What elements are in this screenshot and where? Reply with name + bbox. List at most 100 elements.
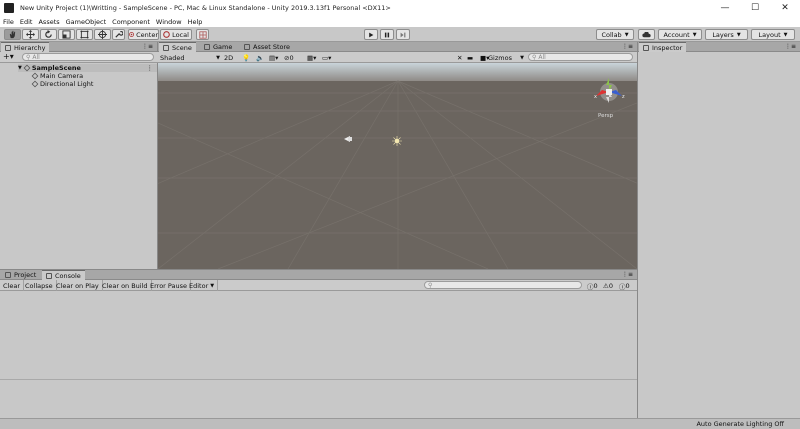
- collapse-button[interactable]: Collapse: [22, 280, 57, 291]
- minimize-button[interactable]: —: [710, 0, 740, 16]
- maximize-button[interactable]: ☐: [740, 0, 770, 16]
- clear-on-build-button[interactable]: Clear on Build: [99, 280, 152, 291]
- tab-inspector[interactable]: Inspector: [639, 42, 687, 52]
- menu-edit[interactable]: Edit: [20, 18, 33, 26]
- scale-tool-button[interactable]: [58, 29, 75, 40]
- scene-view-graphics: x z Persp: [158, 63, 637, 269]
- cloud-button[interactable]: [638, 29, 655, 40]
- gizmos-dropdown[interactable]: Gizmos ▼: [488, 53, 524, 62]
- close-button[interactable]: ✕: [770, 0, 800, 16]
- folder-icon: [5, 272, 11, 278]
- panel-menu-icon[interactable]: ⋮≡: [622, 271, 633, 278]
- rect-tool-button[interactable]: [76, 29, 93, 40]
- pause-button[interactable]: [380, 29, 394, 40]
- window-title-bar: New Unity Project (1)\Writting - SampleS…: [0, 0, 800, 16]
- tab-project[interactable]: Project: [1, 270, 40, 280]
- asset-store-tab-label: Asset Store: [253, 43, 291, 51]
- pivot-icon: [129, 32, 134, 37]
- scene-viewport[interactable]: x z Persp: [158, 63, 637, 269]
- warning-count: 0: [608, 281, 613, 290]
- console-detail-divider[interactable]: [0, 379, 637, 380]
- chevron-down-icon: ▼: [216, 54, 220, 61]
- scene-tab-label: Scene: [172, 43, 192, 52]
- panel-menu-icon[interactable]: ⋮≡: [142, 43, 153, 50]
- layers-dropdown[interactable]: Layers ▼: [705, 29, 748, 40]
- gizmos-label: Gizmos: [488, 53, 512, 62]
- render-mode-button[interactable]: ▬: [467, 53, 473, 62]
- transform-tool-button[interactable]: [94, 29, 111, 40]
- tools-button[interactable]: ✕: [457, 53, 462, 62]
- account-dropdown[interactable]: Account ▼: [658, 29, 702, 40]
- clear-button[interactable]: Clear: [0, 280, 24, 291]
- play-button[interactable]: [364, 29, 378, 40]
- step-icon: [400, 32, 406, 37]
- move-tool-button[interactable]: [22, 29, 39, 40]
- menu-assets[interactable]: Assets: [38, 18, 59, 26]
- chevron-down-icon: ▼: [692, 31, 697, 38]
- scene-menu-icon[interactable]: ⋮: [147, 64, 154, 72]
- console-tab-label: Console: [55, 271, 81, 280]
- console-search-input[interactable]: ⚲: [424, 281, 582, 289]
- move-icon: [26, 30, 35, 39]
- create-add-button[interactable]: +▾: [3, 52, 14, 61]
- grid-snap-button[interactable]: [196, 29, 209, 40]
- hierarchy-item-directional-light[interactable]: Directional Light: [31, 80, 93, 88]
- search-icon: ⚲: [532, 53, 537, 61]
- cloud-icon: [642, 31, 651, 37]
- persp-label[interactable]: Persp: [598, 113, 614, 119]
- scene-search-input[interactable]: ⚲ All: [528, 53, 633, 61]
- skybox: [158, 63, 637, 81]
- effects-dropdown[interactable]: ▤▾: [269, 53, 278, 62]
- menu-window[interactable]: Window: [156, 18, 182, 26]
- scale-icon: [62, 30, 71, 39]
- tab-asset-store[interactable]: Asset Store: [240, 42, 294, 52]
- hierarchy-scene-row[interactable]: ▼ SampleScene ⋮: [18, 64, 157, 72]
- lightbulb-icon: 💡: [242, 53, 251, 62]
- gizmo-axis-z: z: [622, 94, 625, 100]
- shading-mode-dropdown[interactable]: Shaded ▼: [160, 53, 220, 62]
- pivot-local-toggle[interactable]: Local: [160, 29, 192, 40]
- mode-2d-toggle[interactable]: 2D: [224, 53, 236, 62]
- tab-scene[interactable]: Scene: [159, 42, 196, 52]
- error-filter-toggle[interactable]: ⓘ 0: [616, 280, 633, 291]
- chevron-down-icon: ▼: [624, 31, 629, 38]
- menu-gameobject[interactable]: GameObject: [66, 18, 107, 26]
- error-pause-button[interactable]: Error Pause: [147, 280, 192, 291]
- pivot-center-toggle[interactable]: Center: [128, 29, 159, 40]
- hierarchy-item-main-camera[interactable]: Main Camera: [31, 72, 83, 80]
- tab-hierarchy[interactable]: Hierarchy: [1, 42, 50, 52]
- rotate-icon: [45, 30, 52, 38]
- scene-visibility-toggle[interactable]: ⊘ 0: [284, 53, 294, 62]
- panel-menu-icon[interactable]: ⋮≡: [622, 43, 633, 50]
- camera-settings-button[interactable]: ▦▾: [307, 53, 316, 62]
- tab-console[interactable]: Console: [42, 270, 85, 280]
- search-icon: ⚲: [428, 281, 433, 289]
- list-icon: [5, 44, 11, 51]
- wrench-icon: [115, 31, 123, 38]
- hand-tool-button[interactable]: [4, 29, 21, 40]
- clear-on-play-button[interactable]: Clear on Play: [53, 280, 103, 291]
- camera-icon: ▭▾: [322, 53, 332, 62]
- menu-component[interactable]: Component: [112, 18, 150, 26]
- warning-filter-toggle[interactable]: ⚠ 0: [600, 280, 616, 291]
- menu-help[interactable]: Help: [188, 18, 203, 26]
- shading-mode-label: Shaded: [160, 53, 185, 62]
- lighting-toggle[interactable]: 💡: [242, 53, 250, 62]
- editor-dropdown[interactable]: Editor ▼: [186, 280, 219, 291]
- inspector-tab-label: Inspector: [652, 43, 683, 52]
- custom-tool-button[interactable]: [112, 29, 125, 40]
- panel-menu-icon[interactable]: ⋮≡: [785, 43, 796, 50]
- camera-button[interactable]: ▭▾: [322, 53, 331, 62]
- chevron-down-icon: ▼: [520, 54, 524, 61]
- step-button[interactable]: [396, 29, 410, 40]
- menu-file[interactable]: File: [3, 18, 14, 26]
- info-filter-toggle[interactable]: ⓘ 0: [584, 280, 601, 291]
- project-tab-label: Project: [14, 271, 37, 279]
- hierarchy-search-input[interactable]: ⚲ All: [22, 53, 154, 61]
- status-bar: Auto Generate Lighting Off: [0, 418, 800, 429]
- audio-toggle[interactable]: 🔈: [256, 53, 264, 62]
- collab-dropdown[interactable]: Collab ▼: [596, 29, 634, 40]
- tab-game[interactable]: Game: [200, 42, 236, 52]
- rotate-tool-button[interactable]: [40, 29, 57, 40]
- layout-dropdown[interactable]: Layout ▼: [751, 29, 795, 40]
